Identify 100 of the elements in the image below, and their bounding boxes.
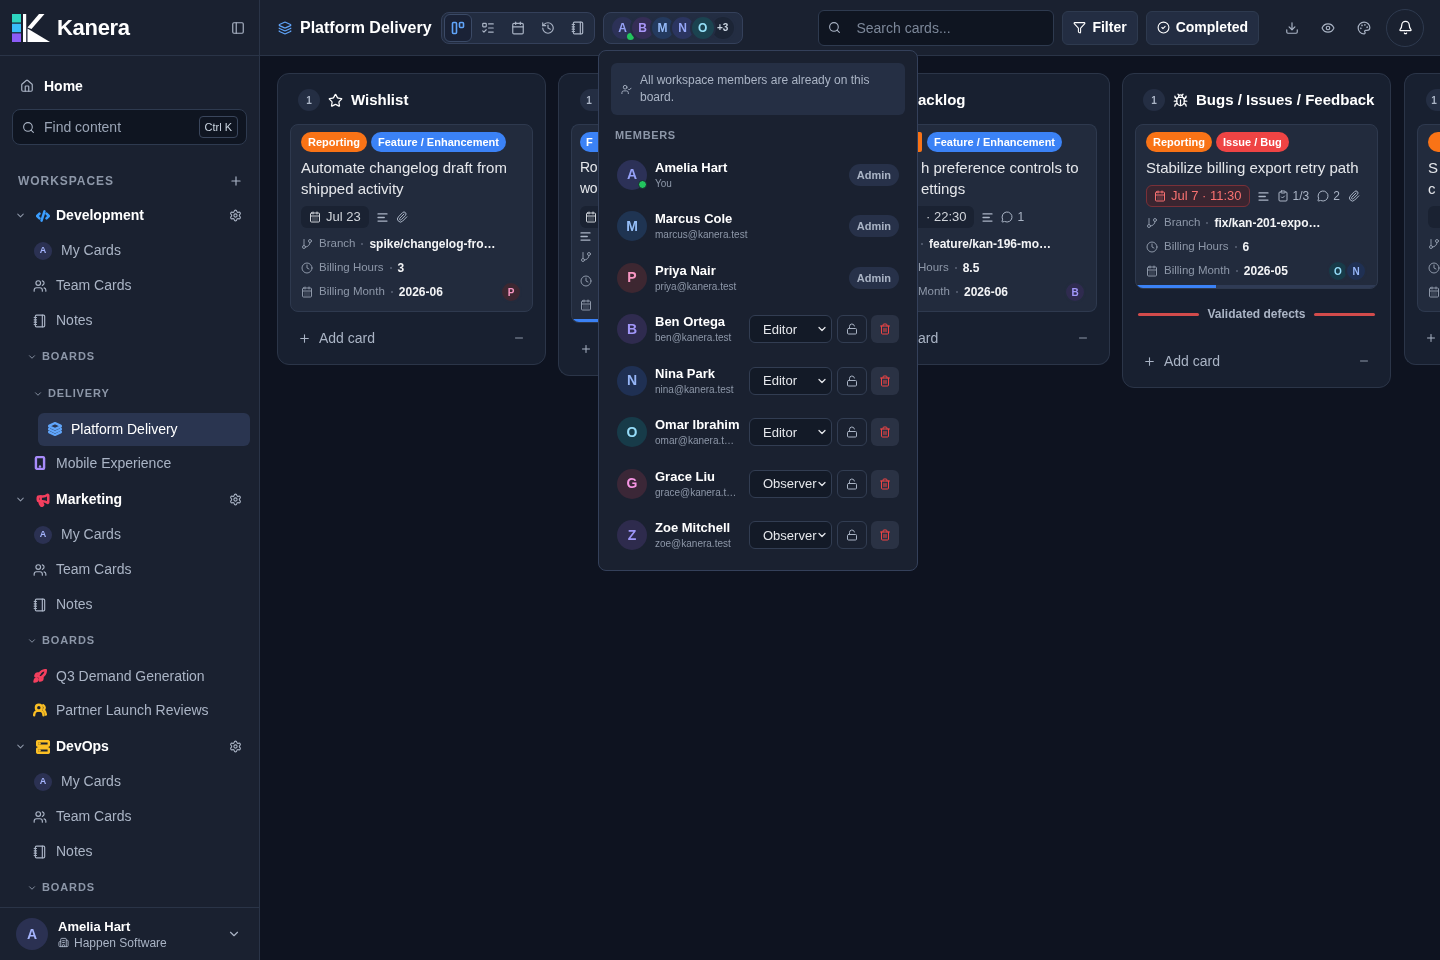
sidebar-item[interactable]: Team Cards	[12, 268, 247, 303]
avatar: A	[34, 772, 52, 791]
sidebar-item[interactable]: Home	[12, 72, 247, 100]
delete-button[interactable]	[871, 366, 899, 395]
settings-icon[interactable]	[229, 740, 242, 753]
due-date-chip[interactable]: · 22:30	[918, 206, 975, 228]
plus-icon[interactable]	[1425, 332, 1437, 344]
sidebar-board-item[interactable]: Mobile Experience	[12, 446, 247, 480]
trash-icon	[879, 529, 891, 542]
comment-count: 1	[1017, 209, 1025, 226]
group-heading[interactable]: BOARDS	[42, 348, 95, 365]
chevron-down-icon[interactable]	[15, 494, 26, 505]
delete-button[interactable]	[871, 521, 899, 550]
add-card-button[interactable]: Add card	[1143, 350, 1221, 372]
clipboard-check-icon	[1276, 190, 1289, 202]
lock-button[interactable]	[837, 521, 867, 550]
delete-button[interactable]	[871, 418, 899, 447]
avatar: P	[500, 281, 522, 303]
sidebar-item[interactable]: A My Cards	[12, 517, 247, 552]
add-card-button[interactable]: ard	[918, 327, 939, 349]
members-button[interactable]: A B M N O +3	[602, 11, 743, 44]
column-title: Bugs / Issues / Feedback	[1196, 89, 1375, 110]
filter-button[interactable]: Filter	[1062, 10, 1138, 45]
settings-icon[interactable]	[229, 493, 242, 506]
group-heading[interactable]: BOARDS	[42, 632, 95, 649]
add-card-button[interactable]: Add card	[298, 327, 376, 349]
speech-bubble-icon	[1317, 190, 1330, 202]
sidebar-item[interactable]: Notes	[12, 834, 247, 869]
sidebar-item[interactable]: A My Cards	[12, 764, 247, 799]
due-date-chip[interactable]: Jul 23	[301, 206, 369, 228]
clock-icon	[580, 275, 592, 287]
avatar: O	[689, 14, 716, 41]
sidebar-board-item[interactable]: Platform Delivery	[38, 412, 250, 446]
workspace-name[interactable]: DevOps	[56, 736, 109, 757]
clock-icon	[1428, 262, 1440, 274]
sidebar-board-item[interactable]: Partner Launch Reviews	[12, 693, 247, 727]
role-select[interactable]: Observer	[749, 521, 832, 550]
delete-button[interactable]	[871, 469, 899, 498]
group-heading[interactable]: BOARDS	[42, 879, 95, 896]
plus-icon[interactable]	[229, 173, 243, 188]
workspace-name[interactable]: Marketing	[56, 489, 123, 510]
due-date-chip[interactable]	[580, 206, 598, 228]
task-card[interactable]: Feature / Enhancement h preference controls to ettings · 22:30 1 feature/kan-196-mo… Hours 8.5 Month 2026-06 B	[918, 124, 1097, 312]
padlock-icon	[846, 477, 858, 490]
plus-icon	[1143, 354, 1156, 368]
chevron-down-icon[interactable]	[15, 741, 26, 752]
plus-icon[interactable]	[580, 343, 592, 355]
sidebar-item[interactable]: Team Cards	[12, 799, 247, 834]
group-heading[interactable]: DELIVERY	[48, 385, 110, 402]
role-select[interactable]: Editor	[749, 418, 832, 447]
member-detail: grace@kanera.t…	[655, 485, 737, 500]
sidebar-item[interactable]: Notes	[12, 303, 247, 338]
search-field[interactable]: Search cards...	[818, 9, 1055, 46]
field-value: 2026-05	[1243, 263, 1288, 280]
role-select[interactable]: Editor	[749, 366, 832, 395]
task-card[interactable]: Reporting Issue / Bug Stabilize billing export retry path Jul 7 · 11:30 1/3 2 Branch fix/kan-201-expo… Billing Hours 6 Billing Month 2026-05 O N	[1135, 124, 1378, 289]
lock-button[interactable]	[837, 366, 867, 395]
task-card[interactable]: Reporting Feature / Enhancement Automate changelog draft from shipped activity Jul 23 Branch spike/changelog-fro… Billing Hours 3 Billing Month 2026-06 P	[290, 124, 533, 312]
field-value: feature/kan-196-mo…	[929, 236, 1052, 253]
field-label: Branch	[319, 236, 356, 252]
role-select[interactable]: Editor	[749, 315, 832, 344]
padlock-icon	[846, 374, 858, 387]
branch-icon	[580, 251, 592, 263]
kanban-icon	[450, 20, 465, 35]
lock-button[interactable]	[837, 469, 867, 498]
chevron-down-icon[interactable]	[15, 210, 26, 221]
role-select[interactable]: Observer	[749, 469, 832, 498]
due-date-chip[interactable]: Jul 7 · 11:30	[1146, 185, 1250, 207]
people-icon	[33, 562, 47, 577]
task-card[interactable]: S c	[1417, 124, 1440, 312]
sidebar-item[interactable]: A My Cards	[12, 233, 247, 268]
lock-button[interactable]	[837, 315, 867, 344]
sidebar-board-item[interactable]: Q3 Demand Generation	[12, 659, 247, 693]
shortcut-hint: Ctrl K	[198, 116, 238, 138]
field-label: Hours	[918, 260, 949, 276]
label-tag: Reporting	[1146, 132, 1212, 152]
member-name: Omar Ibrahim	[655, 416, 740, 435]
section-heading: MEMBERS	[614, 128, 677, 142]
branch-icon	[1146, 217, 1158, 229]
view-button[interactable]	[443, 13, 472, 42]
sidebar-item[interactable]: Team Cards	[12, 552, 247, 587]
organization-name: Happen Software	[74, 934, 167, 951]
task-card[interactable]: F Ro wo	[571, 124, 598, 323]
label-tag: Reporting	[301, 132, 367, 152]
delete-button[interactable]	[871, 315, 899, 344]
padlock-icon	[846, 529, 858, 542]
sidebar-item[interactable]: Notes	[12, 587, 247, 622]
field-value: fix/kan-201-expo…	[1214, 215, 1321, 232]
branch-icon	[1428, 238, 1440, 250]
member-name: Nina Park	[655, 364, 715, 383]
user-avatar[interactable]: A	[16, 918, 48, 950]
field-label: Billing Month	[1164, 263, 1230, 279]
workspace-name[interactable]: Development	[56, 205, 144, 226]
completed-button[interactable]: Completed	[1145, 10, 1259, 45]
panel-icon[interactable]	[231, 20, 245, 35]
settings-icon[interactable]	[229, 209, 242, 222]
clock-icon	[1146, 241, 1158, 253]
checklist-count: 1/3	[1292, 188, 1310, 205]
lock-button[interactable]	[837, 418, 867, 447]
clock-icon	[301, 262, 313, 274]
